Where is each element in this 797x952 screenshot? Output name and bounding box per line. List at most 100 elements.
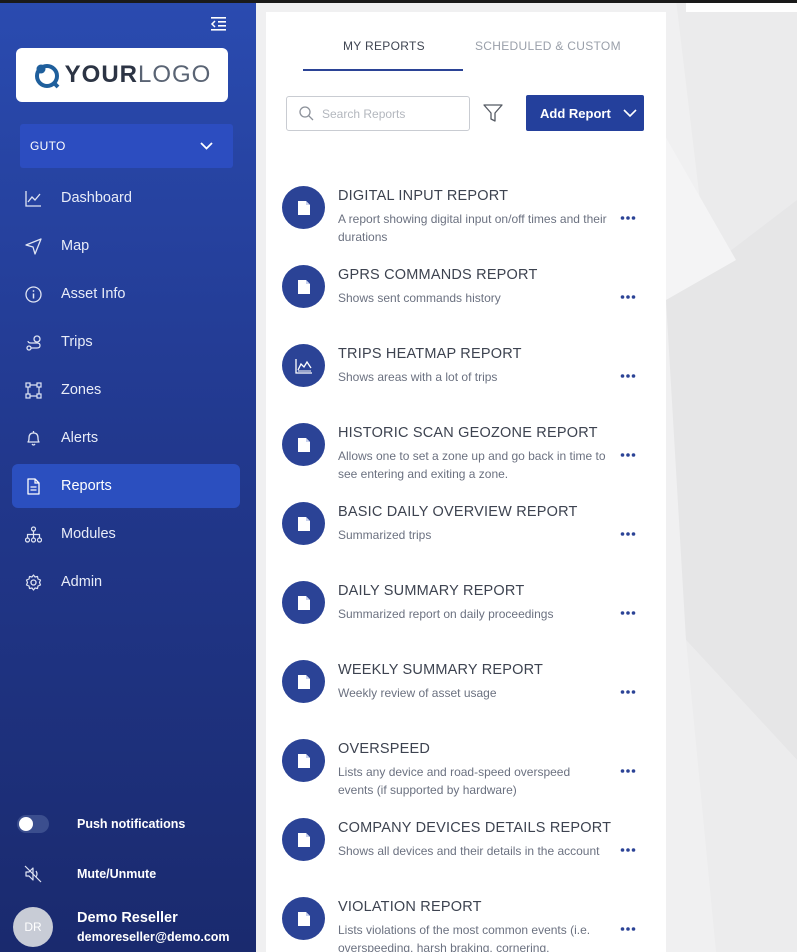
nav-item-dashboard[interactable]: Dashboard [12,176,240,220]
asset-selector[interactable]: GUTO [20,124,233,168]
chevron-down-icon [623,109,637,117]
document-icon [297,595,310,610]
nav-label: Admin [61,574,103,590]
report-icon-badge [282,344,325,387]
report-item[interactable]: DAILY SUMMARY REPORT Summarized report o… [266,573,666,652]
nav-item-alerts[interactable]: Alerts [12,416,240,460]
document-icon [297,200,310,215]
report-title: COMPANY DEVICES DETAILS REPORT [338,820,612,836]
more-options-icon[interactable] [620,925,636,933]
more-options-icon[interactable] [620,609,636,617]
mute-row[interactable]: Mute/Unmute [0,865,256,883]
nav-label: Modules [61,526,116,542]
nav-item-trips[interactable]: Trips [12,320,240,364]
more-options-icon[interactable] [620,846,636,854]
report-list: DIGITAL INPUT REPORT A report showing di… [266,178,666,952]
document-icon [297,832,310,847]
report-title: GPRS COMMANDS REPORT [338,267,538,283]
report-icon-badge [282,581,325,624]
reports-panel: MY REPORTS SCHEDULED & CUSTOM Add Report… [266,12,666,952]
more-options-icon[interactable] [620,688,636,696]
mute-label: Mute/Unmute [77,867,157,881]
more-options-icon[interactable] [620,530,636,538]
navigation-arrow-icon [25,237,42,255]
chevron-down-icon [200,142,213,150]
report-icon-badge [282,897,325,940]
report-item[interactable]: HISTORIC SCAN GEOZONE REPORT Allows one … [266,415,666,494]
logo-text-bold: YOUR [64,61,138,88]
report-item[interactable]: BASIC DAILY OVERVIEW REPORT Summarized t… [266,494,666,573]
search-icon [299,106,314,121]
more-options-icon[interactable] [620,293,636,301]
report-title: BASIC DAILY OVERVIEW REPORT [338,504,578,520]
report-description: Summarized report on daily proceedings [338,607,554,621]
more-options-icon[interactable] [620,767,636,775]
add-report-label: Add Report [540,105,611,121]
report-description: Allows one to set a zone up and go back … [338,449,606,481]
nav-item-map[interactable]: Map [12,224,240,268]
user-profile[interactable]: DR Demo Reseller demoreseller@demo.com [0,907,256,947]
nav-item-modules[interactable]: Modules [12,512,240,556]
report-description: Weekly review of asset usage [338,686,497,700]
chart-line-icon [25,190,41,207]
collapse-menu-icon[interactable] [209,16,227,32]
more-options-icon[interactable] [620,451,636,459]
report-title: WEEKLY SUMMARY REPORT [338,662,544,678]
report-item[interactable]: GPRS COMMANDS REPORT Shows sent commands… [266,257,666,336]
nav-label: Dashboard [61,190,132,206]
nav-item-zones[interactable]: Zones [12,368,240,412]
company-logo: YOURLOGO [16,48,228,102]
report-item[interactable]: COMPANY DEVICES DETAILS REPORT Shows all… [266,810,666,889]
document-icon [297,279,310,294]
tab-scheduled-custom[interactable]: SCHEDULED & CUSTOM [475,39,621,53]
sidebar: YOURLOGO GUTO Dashboard Map Asset Info T… [0,0,256,952]
report-title: VIOLATION REPORT [338,899,482,915]
tab-my-reports[interactable]: MY REPORTS [343,39,425,53]
report-description: Lists any device and road-speed overspee… [338,765,571,797]
report-icon-badge [282,423,325,466]
nav-label: Trips [61,334,93,350]
window-top-edge [0,0,797,3]
push-notifications-toggle[interactable] [17,815,49,833]
report-tabs: MY REPORTS SCHEDULED & CUSTOM [303,12,633,72]
report-title: OVERSPEED [338,741,431,757]
more-options-icon[interactable] [620,214,636,222]
nav-label: Map [61,238,90,254]
report-item[interactable]: DIGITAL INPUT REPORT A report showing di… [266,178,666,257]
document-icon [297,437,310,452]
report-description: Shows all devices and their details in t… [338,844,600,858]
nav-item-asset-info[interactable]: Asset Info [12,272,240,316]
polygon-zone-icon [25,381,42,399]
report-item[interactable]: OVERSPEED Lists any device and road-spee… [266,731,666,810]
report-description: Summarized trips [338,528,432,542]
area-chart-icon [294,358,312,374]
user-email: demoreseller@demo.com [77,930,230,944]
report-icon-badge [282,186,325,229]
gear-icon [25,573,42,591]
document-icon [297,516,310,531]
filter-icon[interactable] [482,102,504,124]
search-input[interactable] [322,106,462,121]
report-title: DIGITAL INPUT REPORT [338,188,509,204]
more-options-icon[interactable] [620,372,636,380]
nav-label: Alerts [61,430,99,446]
nav-item-admin[interactable]: Admin [12,560,240,604]
nav-item-reports[interactable]: Reports [12,464,240,508]
document-icon [297,753,310,768]
bell-icon [27,430,40,446]
nav-label: Asset Info [61,286,126,302]
add-report-button[interactable]: Add Report [526,95,644,131]
report-description: Lists violations of the most common even… [338,923,591,952]
report-item[interactable]: TRIPS HEATMAP REPORT Shows areas with a … [266,336,666,415]
report-title: DAILY SUMMARY REPORT [338,583,525,599]
main-nav: Dashboard Map Asset Info Trips Zones Ale… [12,176,240,608]
report-icon-badge [282,502,325,545]
report-item[interactable]: VIOLATION REPORT Lists violations of the… [266,889,666,952]
report-item[interactable]: WEEKLY SUMMARY REPORT Weekly review of a… [266,652,666,731]
report-icon-badge [282,739,325,782]
search-box [286,96,470,131]
report-icon-badge [282,660,325,703]
report-description: A report showing digital input on/off ti… [338,212,607,244]
nav-label: Reports [61,478,112,494]
route-icon [26,334,41,351]
